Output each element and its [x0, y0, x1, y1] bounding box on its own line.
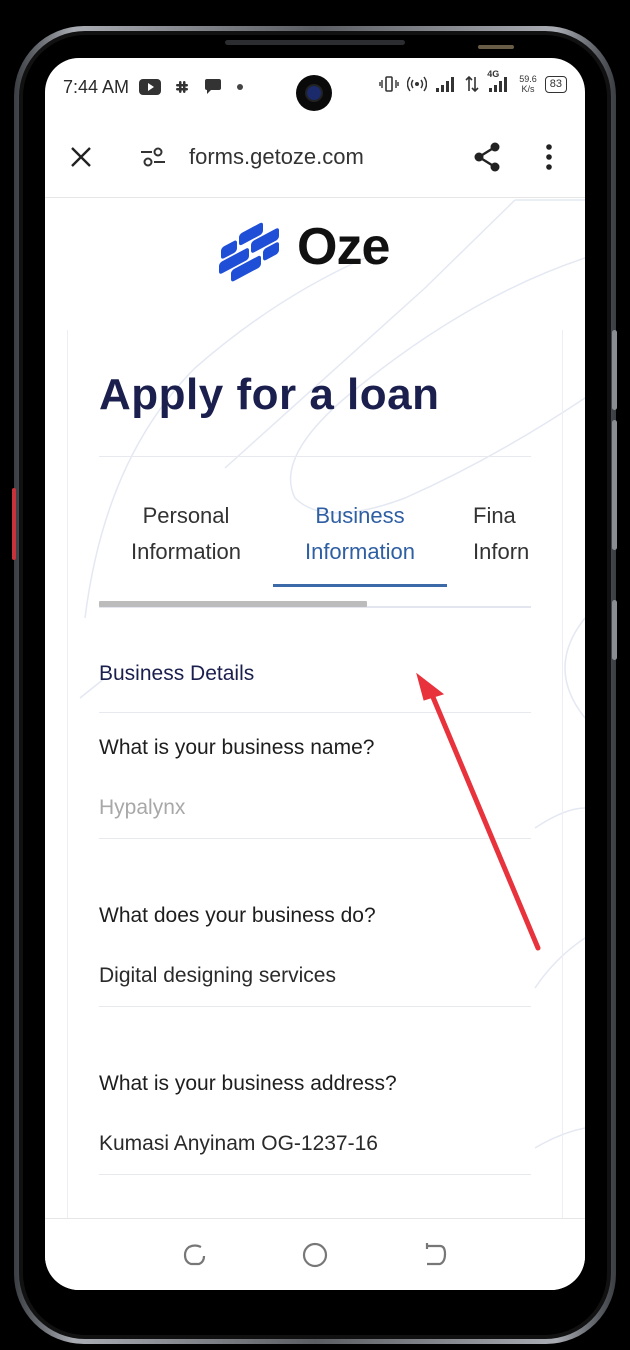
data-transfer-icon	[465, 75, 479, 93]
volume-button	[612, 330, 617, 410]
share-button[interactable]	[473, 142, 501, 171]
close-tab-button[interactable]	[67, 143, 95, 171]
phone-screen: 7:44 AM 4G 59.6 K/s 83 forms.getoze.com …	[45, 58, 585, 1290]
sensor-strip	[478, 45, 514, 49]
red-annotation-arrow	[416, 672, 541, 951]
back-button[interactable]	[415, 1235, 455, 1275]
hotspot-icon	[407, 76, 428, 92]
power-button	[612, 420, 617, 550]
recents-icon	[183, 1243, 206, 1265]
front-camera	[296, 75, 332, 111]
close-icon	[71, 146, 91, 167]
signal-bars-icon	[436, 77, 455, 92]
red-side-accent	[12, 488, 16, 560]
system-nav-bar	[45, 1218, 585, 1290]
youtube-icon	[139, 79, 162, 95]
status-bar: 7:44 AM 4G 59.6 K/s 83	[45, 58, 585, 116]
side-key	[612, 600, 617, 660]
home-icon	[302, 1242, 328, 1267]
status-time: 7:44 AM	[63, 76, 130, 97]
chat-bubble-icon	[205, 79, 222, 94]
url-bar[interactable]: forms.getoze.com	[189, 144, 473, 170]
recents-button[interactable]	[175, 1235, 215, 1275]
browser-toolbar: forms.getoze.com	[45, 116, 585, 198]
network-type-label: 4G	[487, 69, 500, 79]
notification-dot-icon	[237, 84, 244, 90]
more-options-button[interactable]	[535, 143, 563, 171]
share-icon	[474, 142, 500, 171]
home-button[interactable]	[295, 1235, 335, 1275]
tune-icon	[141, 147, 165, 166]
more-vert-icon	[546, 143, 552, 170]
back-icon	[425, 1242, 447, 1265]
slack-icon	[176, 81, 189, 93]
net-speed: 59.6 K/s	[519, 74, 537, 94]
web-page: Oze Apply for a loan Personal Information…	[45, 198, 585, 1218]
battery-indicator: 83	[544, 75, 567, 93]
site-settings-button[interactable]	[139, 143, 167, 171]
vibrate-icon	[379, 76, 399, 92]
earpiece-speaker	[225, 40, 405, 45]
